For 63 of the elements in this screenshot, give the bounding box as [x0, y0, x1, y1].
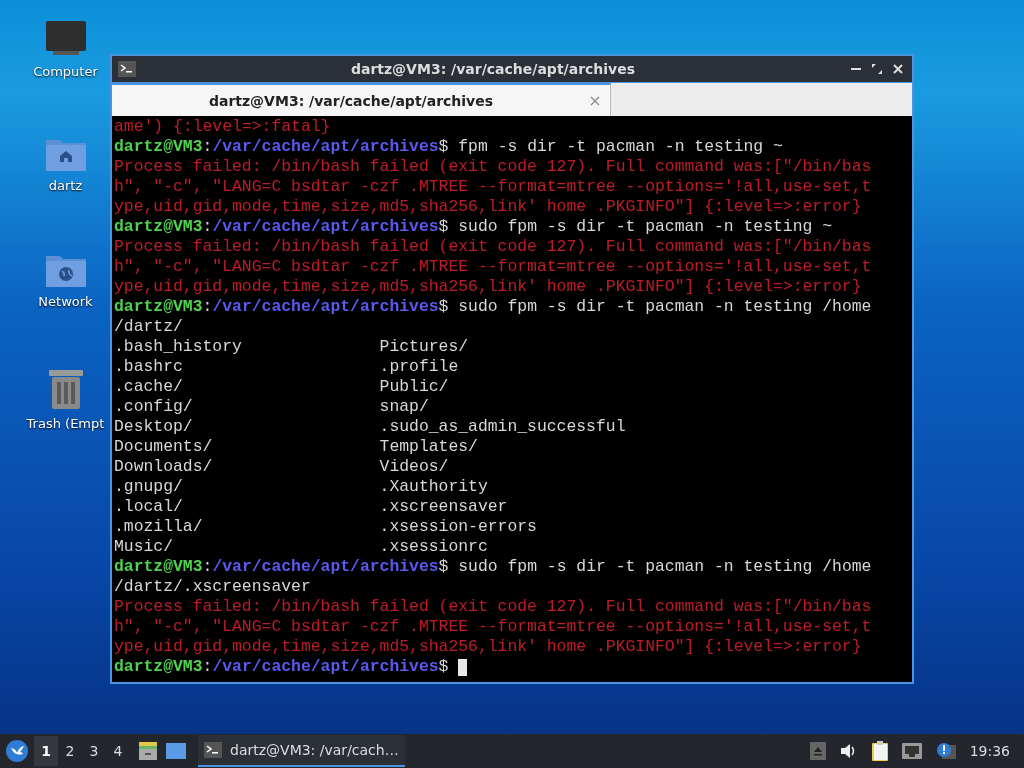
close-tab-icon[interactable] [590, 95, 600, 106]
file-name: .xscreensaver [379, 497, 509, 517]
error-line: h", "-c", "LANG=C bsdtar -czf .MTREE --format=mtree --options='!all,use-set,t [114, 257, 873, 277]
file-name: snap/ [379, 397, 430, 417]
file-name: .cache/ [114, 377, 184, 397]
ethernet-icon[interactable] [901, 743, 922, 759]
taskbar-window-button[interactable]: dartz@VM3: /var/cach… [198, 735, 405, 767]
output-line: /dartz/ [114, 317, 184, 337]
prompt-line: dartz@VM3:/var/cache/apt/archives$ sudo fpm -s dir -t pacman -n testing ~ [114, 217, 833, 237]
file-name: .bashrc [114, 357, 184, 377]
maximize-icon[interactable] [871, 63, 883, 75]
terminal-tab[interactable]: dartz@VM3: /var/cache/apt/archives [112, 83, 611, 116]
file-name: .local/ [114, 497, 184, 517]
file-name: .bash_history [114, 337, 243, 357]
clipboard-icon[interactable] [871, 741, 888, 761]
workspace-button[interactable]: 1 [34, 736, 58, 766]
file-name: Public/ [379, 377, 450, 397]
error-line: h", "-c", "LANG=C bsdtar -czf .MTREE --format=mtree --options='!all,use-set,t [114, 177, 873, 197]
file-name: Downloads/ [114, 457, 214, 477]
file-name: Music/ [114, 537, 175, 557]
file-name: Pictures/ [379, 337, 470, 357]
close-icon[interactable] [892, 63, 904, 75]
terminal-icon [118, 61, 136, 77]
prompt-line: dartz@VM3:/var/cache/apt/archives$ sudo fpm -s dir -t pacman -n testing /home [114, 297, 872, 317]
terminal-icon [204, 742, 222, 758]
file-name: .mozilla/ [114, 517, 204, 537]
workspace-button[interactable]: 2 [58, 736, 82, 766]
desktop-icon-label[interactable]: Network [38, 294, 93, 309]
file-name: .xsession-errors [379, 517, 538, 537]
file-name: .profile [379, 357, 460, 377]
file-name: Videos/ [379, 457, 450, 477]
clock[interactable]: 19:36 [969, 743, 1010, 759]
error-line: ype,uid,gid,mode,time,size,md5,sha256,link' home .PKGINFO"] {:level=>:error} [114, 637, 863, 657]
trash-icon[interactable] [47, 368, 84, 410]
desktop-icon-label[interactable]: dartz [48, 178, 83, 193]
file-name: Documents/ [114, 437, 214, 457]
prompt-line: dartz@VM3:/var/cache/apt/archives$ sudo fpm -s dir -t pacman -n testing /home [114, 557, 872, 577]
prompt-line: dartz@VM3:/var/cache/apt/archives$ fpm -s dir -t pacman -n testing ~ [114, 137, 783, 157]
workspace-button[interactable]: 4 [106, 736, 130, 766]
window-title: dartz@VM3: /var/cache/apt/archives [349, 61, 637, 77]
file-name: .config/ [114, 397, 194, 417]
file-name: .Xauthority [379, 477, 489, 497]
file-name: .sudo_as_admin_successful [379, 417, 627, 437]
error-line: ype,uid,gid,mode,time,size,md5,sha256,link' home .PKGINFO"] {:level=>:error} [114, 197, 863, 217]
error-line: h", "-c", "LANG=C bsdtar -czf .MTREE --format=mtree --options='!all,use-set,t [114, 617, 873, 637]
error-line: ame') {:level=>:fatal} [114, 117, 332, 137]
file-name: .gnupg/ [114, 477, 184, 497]
desktop-icon-label[interactable]: Trash (Empt [26, 416, 105, 431]
file-name: Templates/ [379, 437, 479, 457]
error-line: Process failed: /bin/bash failed (exit code 127). Full command was:["/bin/bas [114, 597, 873, 617]
notification-icon[interactable] [935, 742, 956, 760]
error-line: Process failed: /bin/bash failed (exit code 127). Full command was:["/bin/bas [114, 237, 873, 257]
error-line: Process failed: /bin/bash failed (exit code 127). Full command was:["/bin/bas [114, 157, 873, 177]
file-cabinet-icon[interactable] [138, 741, 158, 761]
file-name: Desktop/ [114, 417, 194, 437]
output-line: /dartz/.xscreensaver [114, 577, 312, 597]
workspace-button[interactable]: 3 [82, 736, 106, 766]
eject-icon[interactable] [809, 742, 826, 760]
error-line: ype,uid,gid,mode,time,size,md5,sha256,link' home .PKGINFO"] {:level=>:error} [114, 277, 863, 297]
file-name: .xsessionrc [379, 537, 489, 557]
bird-logo-icon[interactable] [6, 740, 28, 762]
monitor-icon[interactable] [44, 20, 87, 58]
prompt-line: dartz@VM3:/var/cache/apt/archives$ [114, 657, 449, 677]
